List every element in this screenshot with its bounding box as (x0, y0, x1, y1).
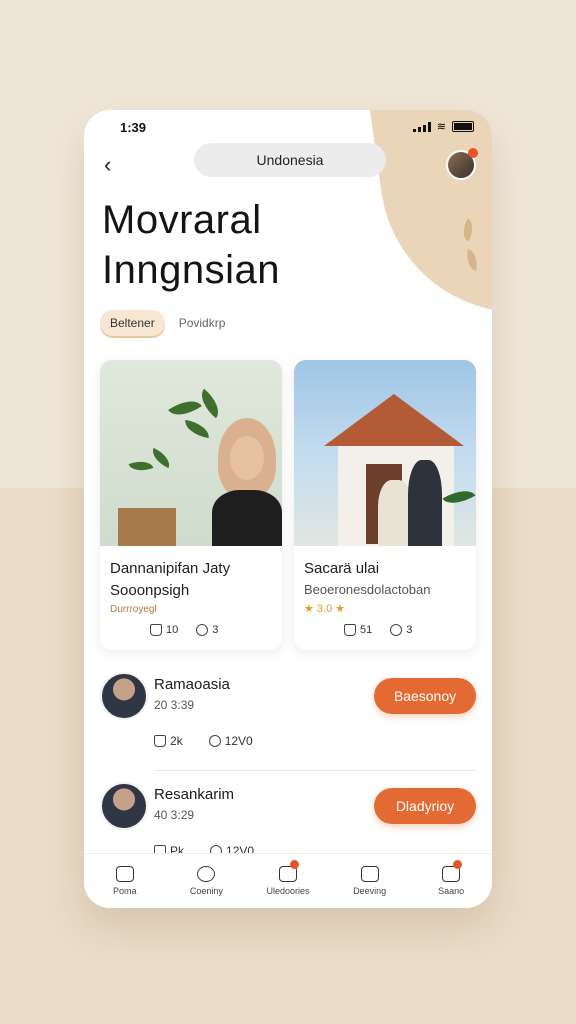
tab-bar: Beltener Povidkrp (100, 310, 225, 336)
post-meta: 20 3:39 (154, 698, 195, 712)
thumbs-up-icon (344, 624, 356, 636)
page-title-line2: Inngnsian (102, 248, 280, 292)
like-stat[interactable]: 51 (344, 624, 372, 636)
notification-badge (289, 860, 299, 869)
divider (154, 770, 476, 771)
bottom-nav: Poma Coeniny Uledoories Deeving Saano (84, 853, 492, 908)
like-stat[interactable]: 10 (150, 624, 178, 636)
card-stats: 10 3 (150, 624, 218, 636)
comment-stat[interactable]: 12V0 (208, 734, 253, 748)
rating-stars: ★ 3.0 ★ (304, 603, 346, 615)
avatar[interactable] (100, 782, 148, 830)
card-image (294, 360, 476, 546)
nav-label: Saano (438, 886, 465, 896)
card-subtitle: Durrroyegl (110, 604, 157, 615)
thumbs-up-icon (150, 624, 162, 636)
nav-updates[interactable]: Uledoories (247, 854, 329, 908)
page-title-line1: Movraral (102, 198, 262, 242)
status-icons: ≋ (412, 120, 474, 133)
notification-badge (452, 860, 462, 869)
woman-in-hijab (212, 418, 282, 546)
card-stats: 51 3 (344, 624, 412, 636)
leaf-shape (182, 419, 212, 439)
leaf-shape (128, 456, 154, 476)
like-count: 51 (360, 624, 373, 636)
location-title[interactable]: Undonesia (194, 143, 386, 177)
profile-avatar[interactable] (446, 148, 478, 180)
corner-decoration (364, 110, 492, 331)
like-count: 10 (166, 624, 179, 636)
nav-home[interactable]: Poma (84, 854, 166, 908)
card-title: Sacarä ulai (304, 560, 380, 577)
nav-label: Uledoories (266, 886, 310, 896)
wifi-icon: ≋ (436, 121, 446, 133)
action-button[interactable]: Dladyrioy (374, 788, 476, 824)
feature-card[interactable]: Dannanipifan Jaty Sooonpsigh Durrroyegl … (100, 360, 282, 650)
man-figure (408, 460, 442, 546)
card-title-line1: Dannanipifan Jaty (110, 560, 231, 577)
card-image (100, 360, 282, 546)
like-count: 2k (170, 734, 183, 748)
notification-dot (468, 148, 478, 158)
user-name: Ramaoasia (154, 676, 230, 693)
avatar[interactable] (100, 672, 148, 720)
nav-label: Coeniny (189, 886, 223, 896)
like-stat[interactable]: 2k (154, 734, 183, 748)
comment-count: 3 (212, 624, 219, 636)
battery-icon (452, 121, 474, 132)
nav-box[interactable]: Deeving (329, 854, 411, 908)
comment-icon (196, 624, 209, 636)
page-title: Movraral Inngnsian (102, 195, 280, 295)
nav-label: Poma (113, 886, 137, 896)
comment-stat[interactable]: 3 (196, 624, 218, 636)
action-button[interactable]: Baesonoy (374, 678, 476, 714)
card-subtitle: Beoeronesdolactoban (304, 582, 431, 597)
comment-stat[interactable]: 3 (390, 624, 412, 636)
status-time: 1:39 (120, 120, 147, 135)
phone-screen: 1:39 ≋ ‹ Undonesia Movraral Inngnsian Be… (84, 110, 492, 908)
home-icon (115, 866, 134, 882)
comment-count: 3 (406, 624, 413, 636)
tab-beltener[interactable]: Beltener (100, 310, 165, 336)
signal-icon (412, 121, 431, 132)
nav-bell[interactable]: Saano (410, 854, 492, 908)
leaf-shape (168, 392, 202, 424)
nav-chat[interactable]: Coeniny (166, 854, 248, 908)
card-title-line2: Sooonpsigh (110, 582, 190, 599)
back-arrow-icon[interactable]: ‹ (104, 152, 111, 178)
card-title: Dannanipifan Jaty Sooonpsigh (110, 558, 230, 602)
row-stats: 2k 12V0 (154, 734, 253, 748)
feature-card[interactable]: Sacarä ulai Beoeronesdolactoban ★ 3.0 ★ … (294, 360, 476, 650)
nav-label: Deeving (353, 886, 387, 896)
comment-count: 12V0 (224, 734, 253, 748)
plant-pot (118, 508, 176, 546)
comment-icon (390, 624, 403, 636)
post-meta: 40 3:29 (154, 808, 195, 822)
chat-icon (197, 866, 216, 882)
box-icon (360, 866, 379, 882)
thumbs-up-icon (154, 735, 166, 747)
user-name: Resankarim (154, 786, 235, 803)
house-roof (324, 394, 464, 446)
tab-povidkrp[interactable]: Povidkrp (179, 316, 226, 330)
woman-figure (378, 480, 412, 546)
comment-icon (208, 735, 221, 747)
list-item: Ramaoasia 20 3:39 2k 12V0 Baesonoy (100, 672, 476, 760)
